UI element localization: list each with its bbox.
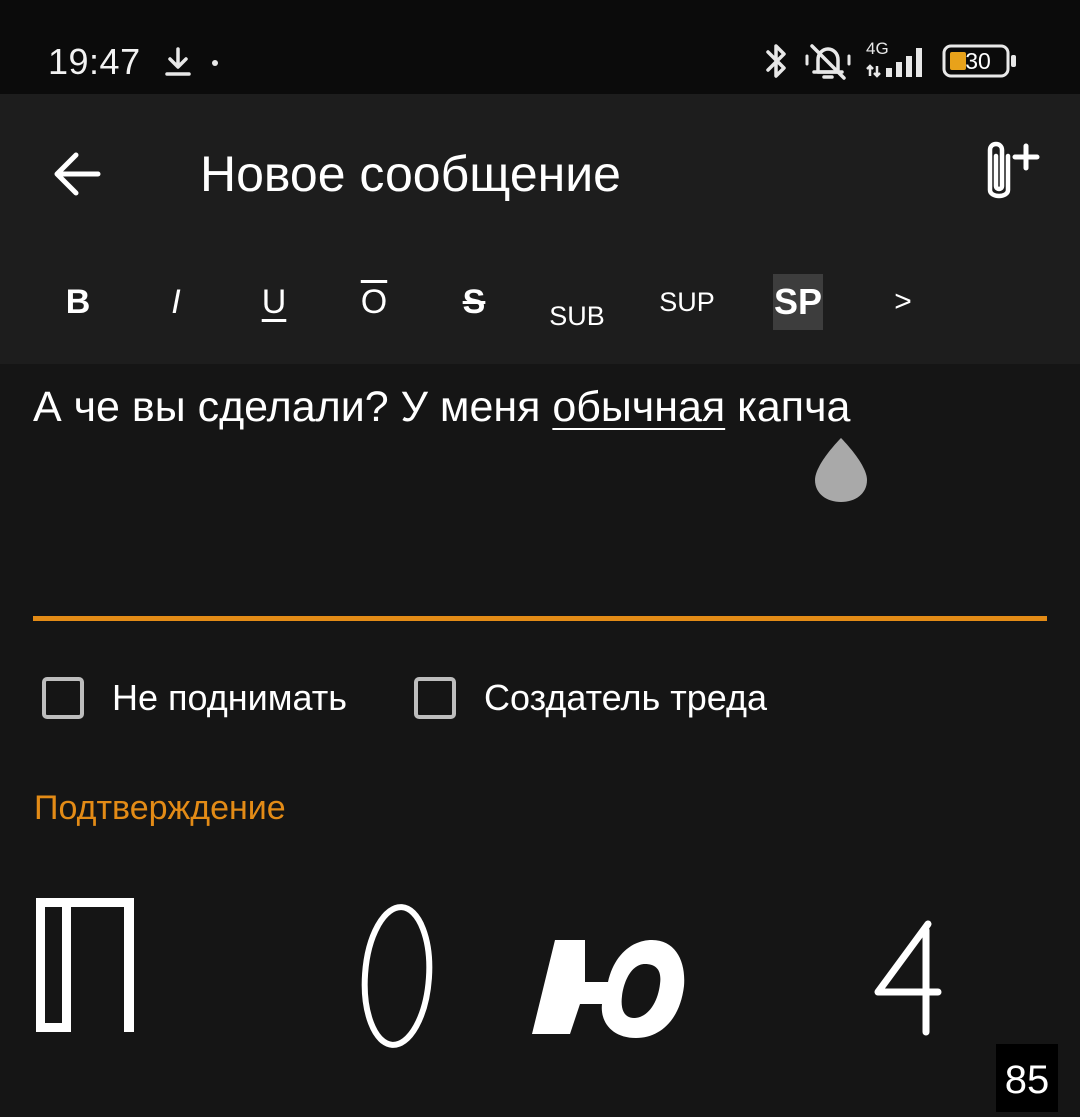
back-button[interactable]	[42, 138, 114, 210]
captcha-header: Подтверждение	[34, 789, 286, 827]
notification-dot	[212, 60, 218, 66]
more-formats-button[interactable]: >	[880, 274, 926, 330]
status-bar: 19:47 4G 30	[0, 0, 1080, 94]
op-option[interactable]: Создатель треда	[414, 666, 767, 730]
spoiler-button[interactable]: SP	[773, 274, 823, 330]
no-bump-checkbox[interactable]	[42, 677, 84, 719]
captcha-glyph	[361, 904, 433, 1048]
op-label: Создатель треда	[484, 677, 768, 718]
arrow-left-icon	[54, 152, 101, 196]
bluetooth-icon	[766, 44, 786, 78]
underline-button[interactable]: U	[246, 274, 302, 330]
captcha-glyph	[532, 940, 685, 1038]
input-underline	[33, 616, 1047, 621]
no-bump-option[interactable]: Не поднимать	[42, 666, 347, 730]
cursor-handle-icon[interactable]	[813, 436, 869, 504]
message-text-part: А че вы сделали? У меня	[33, 383, 553, 431]
captcha-image[interactable]	[0, 880, 1080, 1112]
muted-bell-icon	[805, 44, 851, 80]
download-icon	[165, 47, 191, 76]
op-checkbox[interactable]	[414, 677, 456, 719]
strikethrough-button[interactable]: S	[446, 274, 502, 330]
attach-plus-icon	[987, 141, 1040, 199]
message-text[interactable]: А че вы сделали? У меня обычная капча	[33, 382, 850, 432]
captcha-glyph	[36, 898, 134, 1032]
page-title: Новое сообщение	[200, 146, 621, 202]
message-input[interactable]: А че вы сделали? У меня обычная капча	[33, 364, 1047, 622]
message-text-underlined: обычная	[552, 383, 726, 431]
captcha-glyphs	[36, 898, 942, 1048]
bold-button[interactable]: B	[50, 274, 106, 330]
italic-button[interactable]: I	[148, 274, 204, 330]
no-bump-label: Не поднимать	[112, 677, 347, 718]
status-time: 19:47	[48, 41, 141, 82]
overline-button[interactable]: O	[346, 274, 402, 330]
format-toolbar: B I U O S SUB SUP SP >	[0, 254, 1080, 364]
battery-level: 30	[965, 48, 991, 74]
signal-icon	[866, 48, 922, 78]
captcha-counter: 85	[996, 1044, 1058, 1112]
subscript-button[interactable]: SUB	[540, 274, 614, 344]
message-text-part: капча	[725, 383, 851, 431]
captcha-glyph	[874, 920, 942, 1036]
app-bar: Новое сообщение	[0, 94, 1080, 254]
superscript-button[interactable]: SUP	[650, 274, 724, 344]
attach-button[interactable]	[968, 130, 1052, 214]
